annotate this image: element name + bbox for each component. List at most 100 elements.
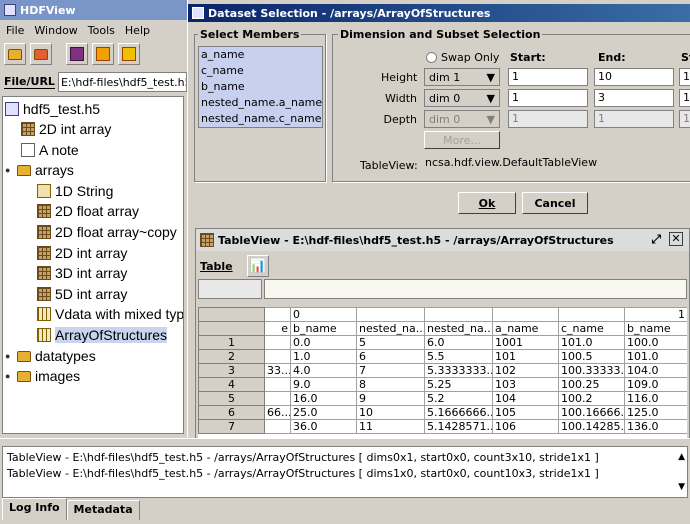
- tree-node-dataset[interactable]: 2D int array: [21, 119, 111, 139]
- table-cell[interactable]: 105: [492, 405, 559, 420]
- tree-node-arrays[interactable]: ● arrays: [5, 160, 74, 180]
- table-cell[interactable]: 102: [492, 363, 559, 378]
- log-panel-divider[interactable]: [0, 438, 690, 444]
- open-file-button[interactable]: [4, 43, 26, 65]
- menu-file[interactable]: File: [6, 24, 24, 37]
- tree-node-dataset[interactable]: 3D int array: [37, 263, 127, 283]
- scroll-down-icon[interactable]: ▼: [678, 479, 685, 495]
- table-cell[interactable]: 100.0: [624, 335, 687, 350]
- table-cell[interactable]: 11: [356, 419, 425, 434]
- member-item[interactable]: c_name: [199, 63, 322, 79]
- tree-node-selected[interactable]: ArrayOfStructures: [37, 325, 168, 345]
- table-cell[interactable]: 8: [356, 377, 425, 392]
- table-cell[interactable]: 104.0: [624, 363, 687, 378]
- table-cell[interactable]: 6: [356, 349, 425, 364]
- table-cell[interactable]: 125.0: [624, 405, 687, 420]
- row-header[interactable]: 5: [198, 391, 265, 406]
- column-header[interactable]: c_name: [558, 321, 625, 336]
- maximize-icon[interactable]: ⤢: [651, 232, 661, 247]
- row-header[interactable]: 2: [198, 349, 265, 364]
- table-cell[interactable]: [264, 391, 291, 406]
- row-header[interactable]: 3: [198, 363, 265, 378]
- tree-node-file[interactable]: hdf5_test.h5: [5, 99, 100, 119]
- table-cell[interactable]: [264, 377, 291, 392]
- tree-node-dataset[interactable]: 1D String: [37, 181, 113, 201]
- expand-toggle-icon[interactable]: ●: [5, 165, 13, 175]
- table-cell[interactable]: 100.25: [558, 377, 625, 392]
- table-cell[interactable]: 5.2: [424, 391, 493, 406]
- table-cell[interactable]: 10: [356, 405, 425, 420]
- table-cell[interactable]: 9.0: [290, 377, 357, 392]
- table-cell[interactable]: 100.33333...: [558, 363, 625, 378]
- table-cell[interactable]: 100.16666...: [558, 405, 625, 420]
- column-header[interactable]: nested_na...: [356, 321, 425, 336]
- close-icon[interactable]: ✕: [669, 232, 683, 246]
- row-header[interactable]: 1: [198, 335, 265, 350]
- table-cell[interactable]: 25.0: [290, 405, 357, 420]
- table-menu[interactable]: Table: [200, 260, 233, 273]
- width-start-input[interactable]: 1: [508, 89, 588, 107]
- table-cell[interactable]: 104: [492, 391, 559, 406]
- menu-tools[interactable]: Tools: [88, 24, 115, 37]
- tab-log-info[interactable]: Log Info: [2, 498, 67, 520]
- table-cell[interactable]: 9: [356, 391, 425, 406]
- table-cell[interactable]: 66...: [264, 405, 291, 420]
- height-end-input[interactable]: 10: [594, 68, 674, 86]
- row-header[interactable]: 6: [198, 405, 265, 420]
- table-cell[interactable]: 5.1666666...: [424, 405, 493, 420]
- cancel-button[interactable]: Cancel: [522, 192, 588, 214]
- row-header[interactable]: 7: [198, 419, 265, 434]
- table-cell[interactable]: 101: [492, 349, 559, 364]
- table-cell[interactable]: 100.2: [558, 391, 625, 406]
- tab-metadata[interactable]: Metadata: [66, 500, 140, 520]
- width-dim-select[interactable]: dim 0 ▼: [424, 89, 500, 107]
- tree-node-dataset[interactable]: 5D int array: [37, 284, 127, 304]
- ok-button[interactable]: Ok: [458, 192, 516, 214]
- scroll-up-icon[interactable]: ▲: [678, 449, 685, 465]
- table-cell[interactable]: 0.0: [290, 335, 357, 350]
- hdf4-button[interactable]: [92, 43, 114, 65]
- swap-only-radio[interactable]: Swap Only: [426, 51, 499, 64]
- cell-value-input[interactable]: [264, 279, 687, 299]
- column-header[interactable]: a_name: [492, 321, 559, 336]
- member-item[interactable]: nested_name.a_name: [199, 95, 322, 111]
- table-cell[interactable]: [264, 419, 291, 434]
- table-cell[interactable]: 106: [492, 419, 559, 434]
- tableview-input[interactable]: ncsa.hdf.view.DefaultTableView: [422, 155, 690, 173]
- tree-node-dataset[interactable]: 2D int array: [37, 243, 127, 263]
- column-header[interactable]: e: [264, 321, 291, 336]
- tree-node-vdata[interactable]: Vdata with mixed typ: [37, 304, 183, 324]
- table-cell[interactable]: 1001: [492, 335, 559, 350]
- file-url-input[interactable]: E:\hdf-files\hdf5_test.h5: [57, 72, 187, 92]
- tree-node-note[interactable]: A note: [21, 140, 79, 160]
- member-item[interactable]: b_name: [199, 79, 322, 95]
- table-cell[interactable]: 101.0: [558, 335, 625, 350]
- menu-help[interactable]: Help: [125, 24, 150, 37]
- table-cell[interactable]: 5.5: [424, 349, 493, 364]
- width-stride-input[interactable]: 1: [679, 89, 690, 107]
- table-cell[interactable]: 109.0: [624, 377, 687, 392]
- table-cell[interactable]: 36.0: [290, 419, 357, 434]
- height-dim-select[interactable]: dim 1 ▼: [424, 68, 500, 86]
- table-cell[interactable]: 16.0: [290, 391, 357, 406]
- expand-toggle-icon[interactable]: ●: [5, 351, 13, 361]
- table-cell[interactable]: 101.0: [624, 349, 687, 364]
- table-cell[interactable]: 5.1428571...: [424, 419, 493, 434]
- tree-node-datatypes[interactable]: ● datatypes: [5, 346, 96, 366]
- help-book-button[interactable]: [66, 43, 88, 65]
- column-header[interactable]: b_name: [624, 321, 687, 336]
- tree-node-dataset[interactable]: 2D float array~copy: [37, 222, 177, 242]
- table-cell[interactable]: 116.0: [624, 391, 687, 406]
- table-cell[interactable]: 4.0: [290, 363, 357, 378]
- table-cell[interactable]: 103: [492, 377, 559, 392]
- menu-window[interactable]: Window: [34, 24, 77, 37]
- member-item[interactable]: nested_name.c_name: [199, 111, 322, 127]
- width-end-input[interactable]: 3: [594, 89, 674, 107]
- table-cell[interactable]: 1.0: [290, 349, 357, 364]
- table-cell[interactable]: [264, 335, 291, 350]
- column-header[interactable]: nested_na...: [424, 321, 493, 336]
- table-cell[interactable]: 136.0: [624, 419, 687, 434]
- hdf5-button[interactable]: [118, 43, 140, 65]
- height-stride-input[interactable]: 1: [679, 68, 690, 86]
- tree-node-images[interactable]: ● images: [5, 366, 80, 386]
